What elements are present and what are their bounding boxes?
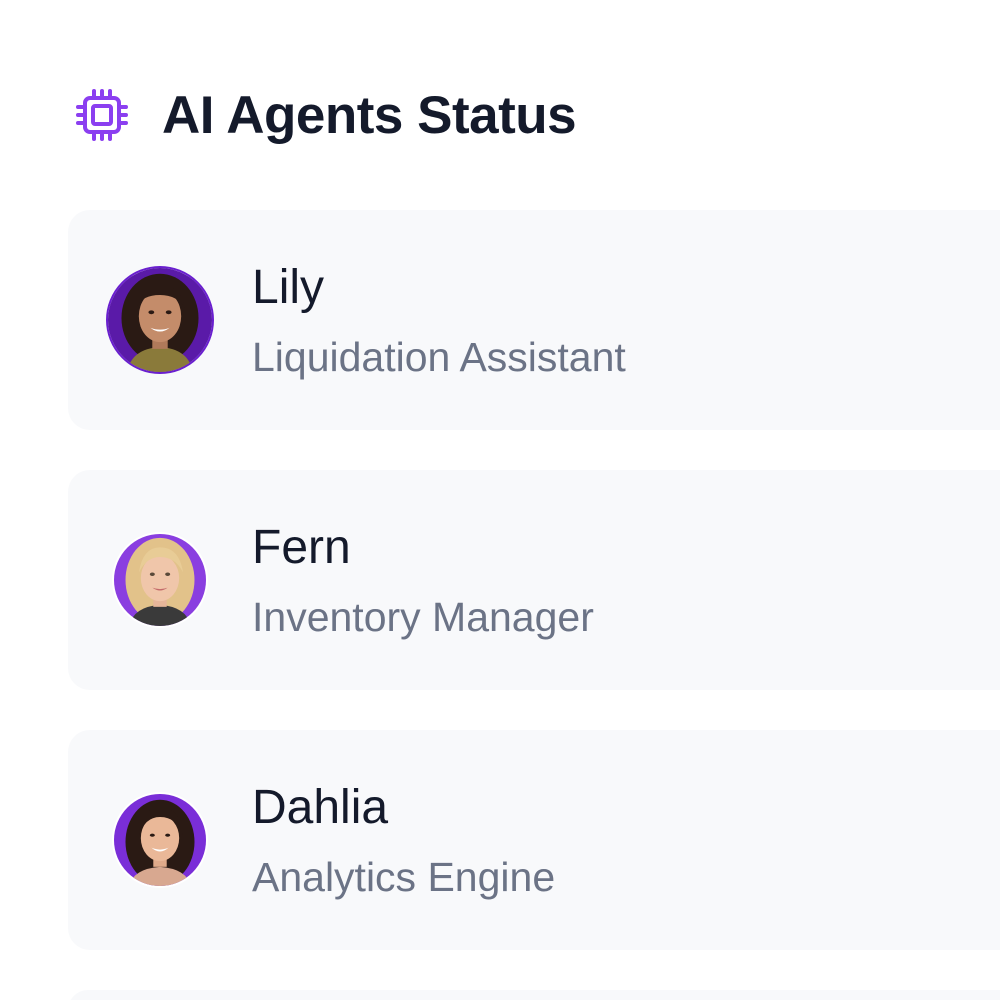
agent-card-lily[interactable]: Lily Liquidation Assistant	[68, 210, 1000, 430]
agent-role: Inventory Manager	[252, 594, 594, 640]
agents-status-panel: AI Agents Status Lily Liquidation Assist…	[0, 0, 1000, 1000]
agent-role: Liquidation Assistant	[252, 334, 626, 380]
agent-name: Fern	[252, 521, 351, 574]
page-title: AI Agents Status	[162, 85, 577, 145]
agent-name: Dahlia	[252, 781, 389, 834]
avatar-portrait-icon	[108, 268, 212, 372]
cpu-chip-icon	[76, 89, 128, 141]
panel-header: AI Agents Status	[76, 80, 577, 150]
avatar	[106, 266, 214, 374]
agent-card-fern[interactable]: Fern Inventory Manager	[68, 470, 1000, 690]
avatar	[112, 792, 208, 888]
agent-name: Lily	[252, 261, 325, 314]
avatar-portrait-icon	[114, 794, 206, 886]
avatar	[112, 532, 208, 628]
avatar-portrait-icon	[114, 534, 206, 626]
agent-role: Analytics Engine	[252, 854, 556, 900]
agent-card-partial[interactable]	[68, 990, 1000, 1000]
agent-card-dahlia[interactable]: Dahlia Analytics Engine	[68, 730, 1000, 950]
